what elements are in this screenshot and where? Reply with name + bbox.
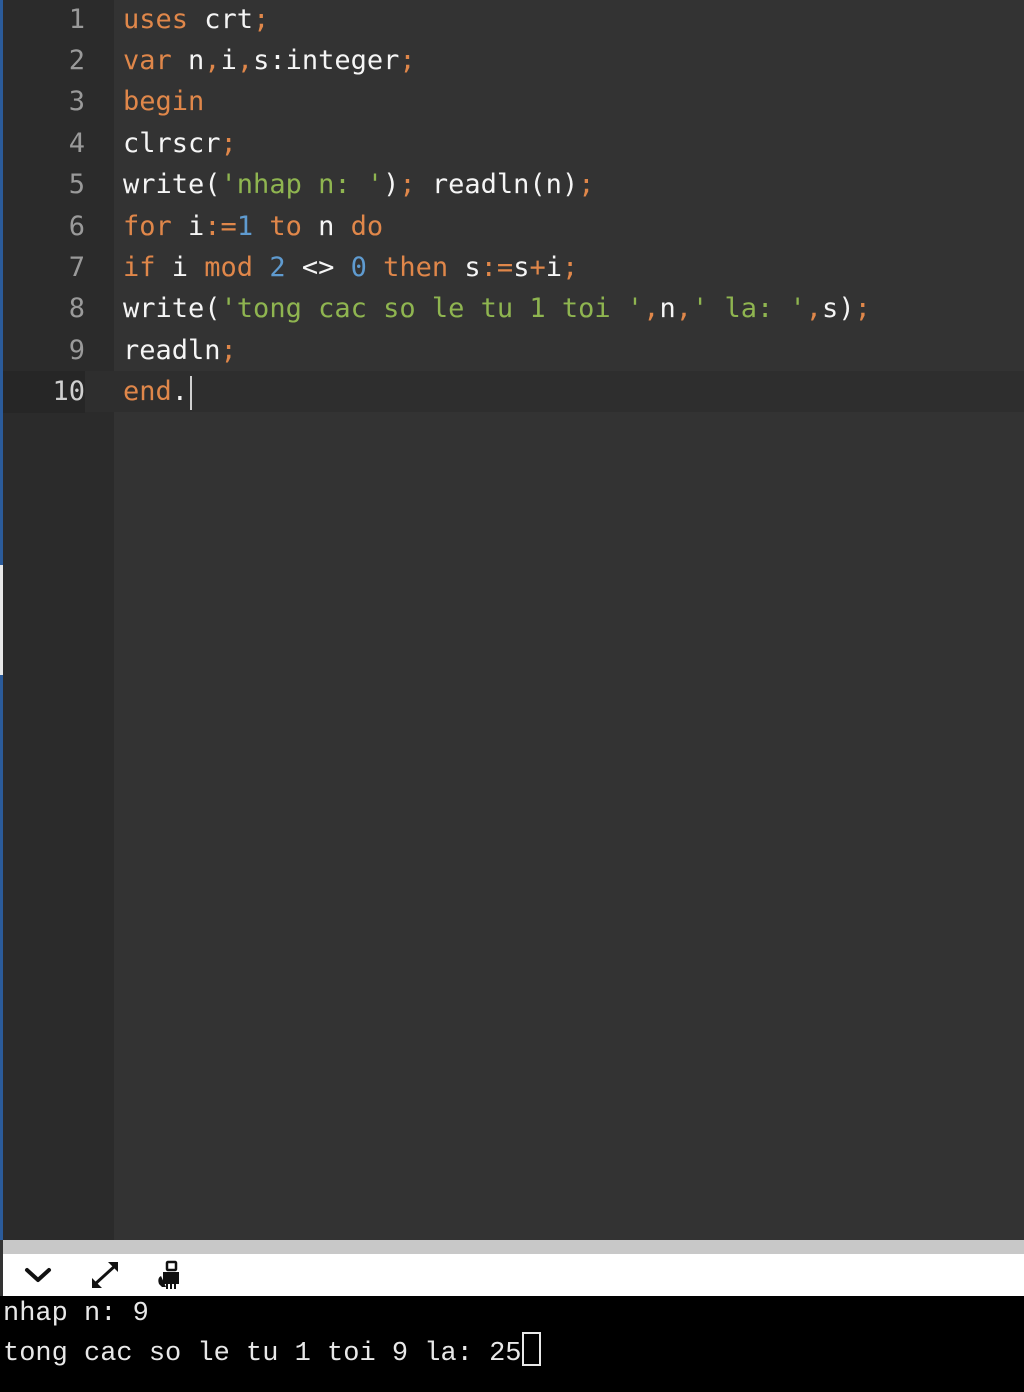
chevron-down-icon [25,1268,51,1282]
code-token: n [301,210,335,242]
code-line[interactable]: 4 clrscr; [3,123,1024,164]
code-token: := [480,251,514,283]
code-line[interactable]: 1 uses crt; [3,0,1024,40]
code-text: for i:=1 to n do [123,206,383,247]
code-token: ' la: ' [691,293,806,325]
terminal-cursor [522,1332,542,1366]
expand-arrows-icon [92,1262,118,1288]
code-text: write('nhap n: '); readln(n); [123,164,594,205]
line-number: 1 [68,3,85,35]
code-token: uses [123,3,189,35]
code-token: , [805,293,823,325]
code-token: write( [123,293,221,325]
code-token: <> [285,251,335,283]
code-token: s [513,251,530,283]
code-token: begin [123,86,205,118]
code-token: i [545,251,562,283]
line-number: 2 [68,44,85,76]
code-token: readln [123,334,221,366]
code-line[interactable]: 6 for i:=1 to n do [3,206,1024,247]
code-token: then [366,251,449,283]
code-line[interactable]: 8 write('tong cac so le tu 1 toi ',n,' la… [3,288,1024,329]
code-token: end [123,376,172,408]
code-token: i [155,251,189,283]
code-token: crt [188,3,254,35]
code-token: ) [838,293,855,325]
code-token: ; [220,127,237,159]
code-token: ; [220,334,237,366]
code-line[interactable]: 3 begin [3,81,1024,122]
line-number: 10 [3,371,85,413]
code-text: var n,i,s:integer; [123,40,416,81]
code-token: ; [399,169,416,201]
code-token: := [204,210,237,242]
code-token: clrscr [123,127,221,159]
maximize-console-button[interactable] [87,1258,123,1292]
code-token: readln(n) [415,169,579,201]
code-token: to [253,210,302,242]
collapse-console-button[interactable] [20,1258,56,1292]
code-token: var [123,44,172,76]
line-number: 9 [68,334,85,366]
code-text: if i mod 2 <> 0 then s:=s+i; [123,247,578,288]
code-token: 0 [334,251,367,283]
code-token: , [204,44,221,76]
code-token: ; [561,251,579,283]
console-line: tong cac so le tu 1 toi 9 la: 25 [3,1332,542,1372]
code-token: , [643,293,660,325]
clear-console-button[interactable] [153,1258,189,1292]
code-text: clrscr; [123,123,237,164]
code-text: uses crt; [123,0,269,40]
code-token: s:integer [253,44,400,76]
console-toolbar [3,1254,1024,1296]
code-token: 2 [253,251,286,283]
code-line[interactable]: 7 if i mod 2 <> 0 then s:=s+i; [3,247,1024,288]
code-line[interactable]: 9 readln; [3,330,1024,371]
code-token: ; [253,3,270,35]
code-text: readln; [123,330,237,371]
code-token: mod [188,251,254,283]
code-token: i [220,44,237,76]
code-token: . [171,376,189,408]
line-number: 4 [68,127,85,159]
code-token: do [334,210,384,242]
code-token: ; [578,169,595,201]
code-token: ; [854,293,871,325]
code-editor[interactable]: 1 uses crt; 2 var n,i,s:integer; 3 begin 4 clrs… [3,0,1024,1240]
code-token: s [822,293,839,325]
code-token: , [236,44,254,76]
output-console[interactable]: nhap n: 9 tong cac so le tu 1 toi 9 la: … [0,1296,1024,1392]
code-token: ) [383,169,400,201]
code-token: + [529,251,546,283]
code-token: , [675,293,692,325]
code-text: end. [123,371,193,412]
code-text: begin [123,81,204,122]
line-number: 8 [68,293,85,325]
code-token: i [171,210,205,242]
code-line[interactable]: 2 var n,i,s:integer; [3,40,1024,81]
code-token: n [171,44,205,76]
code-token: write( [123,169,221,201]
text-caret [190,375,193,410]
code-token: s [448,251,481,283]
code-token: 1 [236,210,254,242]
code-line[interactable]: 5 write('nhap n: '); readln(n); [3,164,1024,205]
code-token: 'tong cac so le tu 1 toi ' [220,293,644,325]
clear-hand-icon [158,1260,179,1289]
line-number: 5 [68,169,85,201]
line-number: 3 [68,86,85,118]
code-token: if [123,251,156,283]
panel-splitter[interactable] [3,1240,1024,1254]
code-token: n [659,293,676,325]
code-line[interactable]: 10 end. [3,371,1024,413]
code-token: for [123,210,172,242]
ide-window: 1 uses crt; 2 var n,i,s:integer; 3 begin 4 clrs… [0,0,1024,1392]
code-token: 'nhap n: ' [220,169,384,201]
line-number: 6 [68,210,85,242]
line-number: 7 [68,251,85,283]
code-token: ; [399,44,416,76]
code-text: write('tong cac so le tu 1 toi ',n,' la:… [123,288,871,329]
console-line: nhap n: 9 [3,1299,149,1329]
